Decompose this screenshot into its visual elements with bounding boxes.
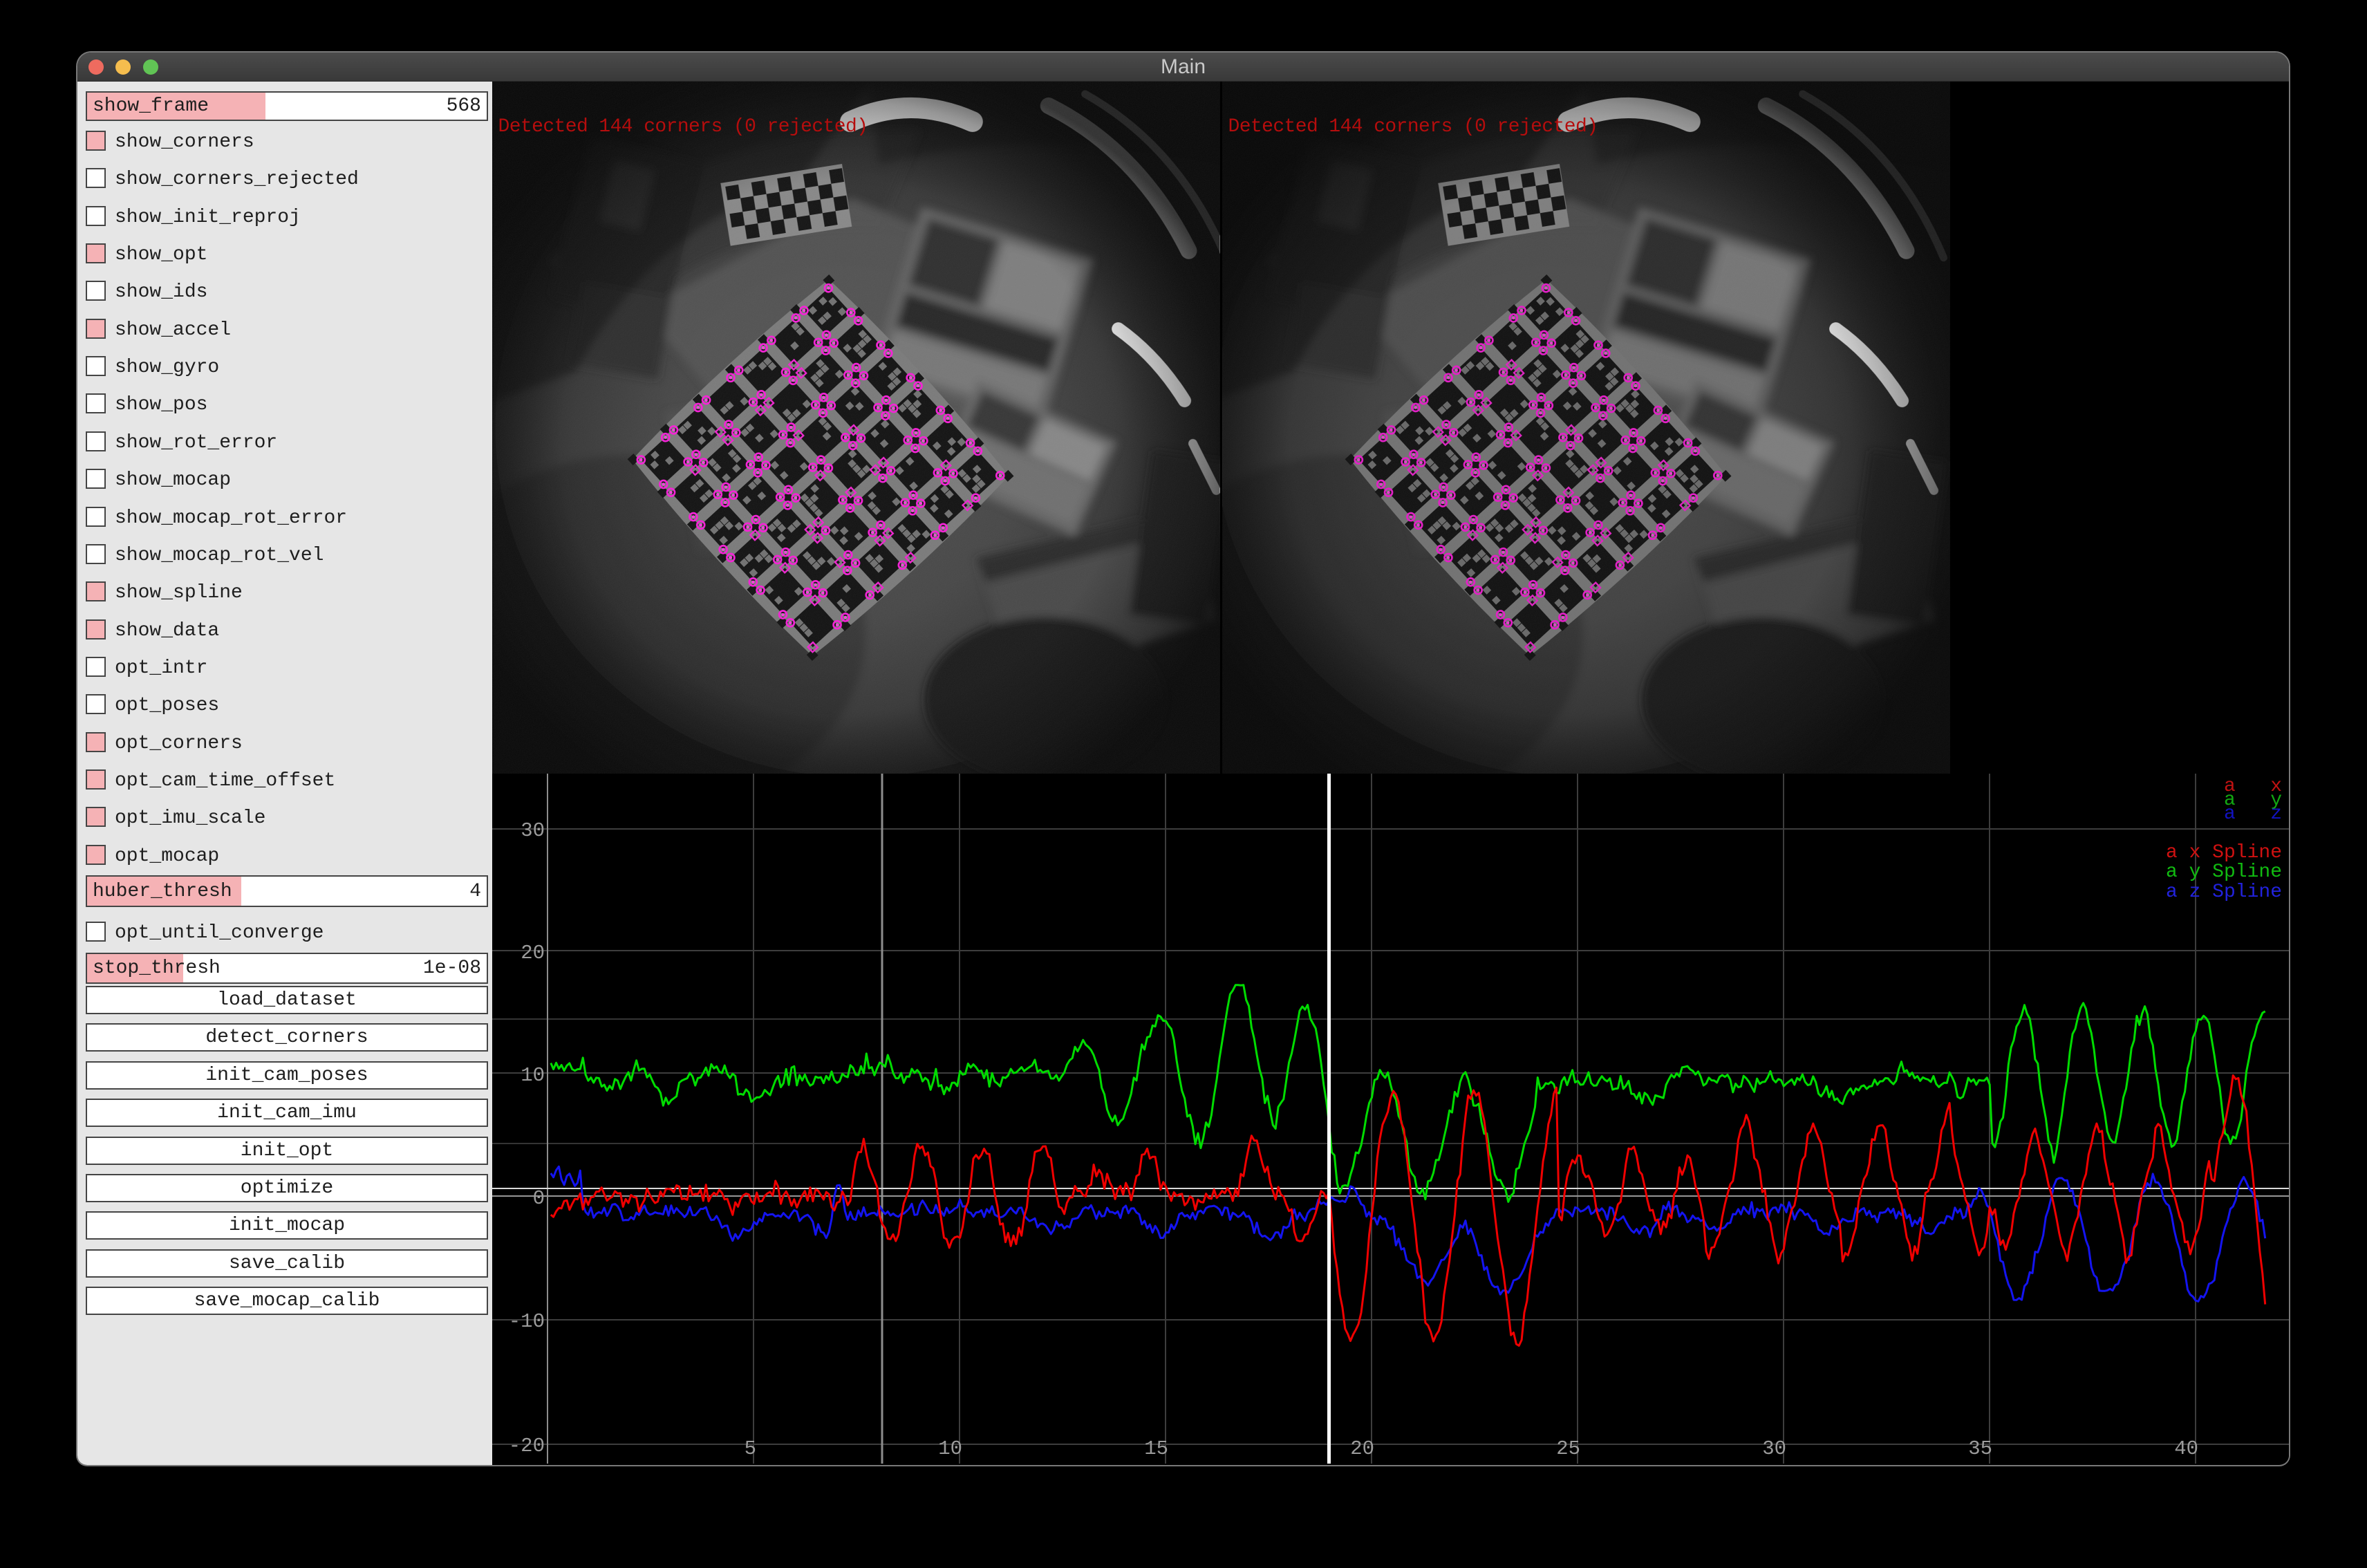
svg-text:10: 10 xyxy=(938,1437,962,1460)
svg-text:a z: a z xyxy=(2224,803,2282,825)
svg-text:20: 20 xyxy=(1350,1437,1374,1460)
svg-text:10: 10 xyxy=(521,1064,545,1087)
svg-text:35: 35 xyxy=(1968,1437,1992,1460)
svg-text:-10: -10 xyxy=(509,1310,545,1333)
svg-text:15: 15 xyxy=(1144,1437,1168,1460)
svg-text:40: 40 xyxy=(2174,1437,2198,1460)
svg-text:a x Spline: a x Spline xyxy=(2166,842,2282,864)
svg-text:30: 30 xyxy=(521,819,545,842)
svg-text:-20: -20 xyxy=(509,1435,545,1457)
svg-text:25: 25 xyxy=(1556,1437,1580,1460)
svg-text:Detected 144 corners (0 reject: Detected 144 corners (0 rejected) xyxy=(1228,116,1598,138)
svg-text:Detected 144 corners (0 reject: Detected 144 corners (0 rejected) xyxy=(498,116,868,138)
svg-text:5: 5 xyxy=(745,1437,756,1460)
svg-text:a y Spline: a y Spline xyxy=(2166,861,2282,883)
svg-text:0: 0 xyxy=(533,1187,545,1210)
svg-text:30: 30 xyxy=(1762,1437,1786,1460)
svg-text:20: 20 xyxy=(521,942,545,964)
svg-text:a z Spline: a z Spline xyxy=(2166,881,2282,903)
